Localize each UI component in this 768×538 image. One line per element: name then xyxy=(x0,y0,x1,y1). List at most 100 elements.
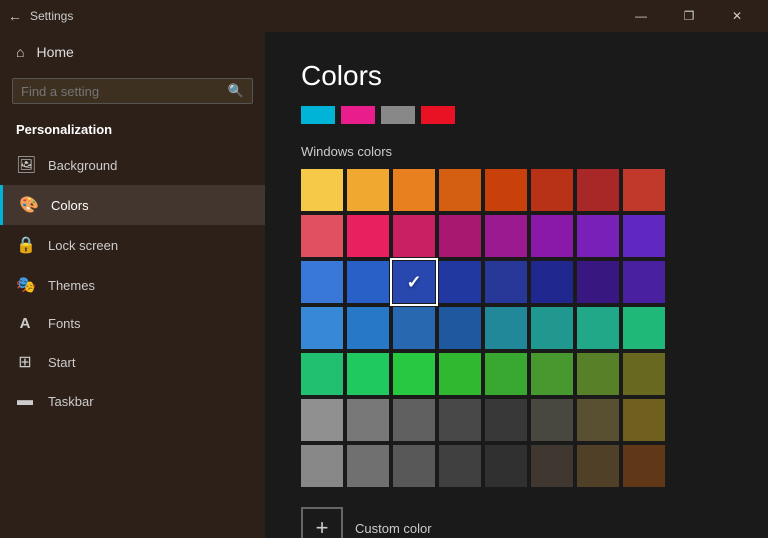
sidebar-item-label: Themes xyxy=(48,278,95,293)
color-swatch-44[interactable] xyxy=(485,399,527,441)
color-swatch-36[interactable] xyxy=(485,353,527,395)
color-swatch-49[interactable] xyxy=(347,445,389,487)
color-swatch-30[interactable] xyxy=(577,307,619,349)
color-swatch-24[interactable] xyxy=(301,307,343,349)
color-swatch-15[interactable] xyxy=(623,215,665,257)
color-swatch-17[interactable] xyxy=(347,261,389,303)
color-swatch-3[interactable] xyxy=(439,169,481,211)
minimize-button[interactable]: — xyxy=(618,0,664,32)
color-swatch-7[interactable] xyxy=(623,169,665,211)
color-swatch-2[interactable] xyxy=(393,169,435,211)
sidebar-item-taskbar[interactable]: ▬ Taskbar xyxy=(0,382,265,420)
sidebar-item-colors[interactable]: 🎨 Colors xyxy=(0,185,265,225)
color-swatch-53[interactable] xyxy=(531,445,573,487)
color-swatch-22[interactable] xyxy=(577,261,619,303)
home-label: Home xyxy=(36,44,73,60)
color-swatch-41[interactable] xyxy=(347,399,389,441)
color-swatch-6[interactable] xyxy=(577,169,619,211)
color-swatch-43[interactable] xyxy=(439,399,481,441)
color-swatch-34[interactable] xyxy=(393,353,435,395)
sidebar-home[interactable]: ⌂ Home xyxy=(0,32,265,72)
home-icon: ⌂ xyxy=(16,44,24,60)
color-swatch-50[interactable] xyxy=(393,445,435,487)
color-swatch-42[interactable] xyxy=(393,399,435,441)
title-bar-title: Settings xyxy=(30,9,73,23)
color-swatch-13[interactable] xyxy=(531,215,573,257)
themes-icon: 🎭 xyxy=(16,275,34,295)
color-grid xyxy=(301,169,732,487)
color-swatch-29[interactable] xyxy=(531,307,573,349)
color-swatch-54[interactable] xyxy=(577,445,619,487)
color-swatch-26[interactable] xyxy=(393,307,435,349)
accent-previews xyxy=(301,106,732,124)
color-swatch-39[interactable] xyxy=(623,353,665,395)
color-swatch-48[interactable] xyxy=(301,445,343,487)
color-swatch-38[interactable] xyxy=(577,353,619,395)
accent-swatch-2[interactable] xyxy=(341,106,375,124)
color-swatch-14[interactable] xyxy=(577,215,619,257)
color-swatch-1[interactable] xyxy=(347,169,389,211)
sidebar-item-background[interactable]: 🖼 Background xyxy=(0,145,265,185)
accent-swatch-1[interactable] xyxy=(301,106,335,124)
color-swatch-27[interactable] xyxy=(439,307,481,349)
color-swatch-9[interactable] xyxy=(347,215,389,257)
color-swatch-52[interactable] xyxy=(485,445,527,487)
sidebar-item-fonts[interactable]: A Fonts xyxy=(0,305,265,342)
sidebar-item-label: Colors xyxy=(51,198,89,213)
color-swatch-21[interactable] xyxy=(531,261,573,303)
color-swatch-33[interactable] xyxy=(347,353,389,395)
sidebar-item-label: Start xyxy=(48,355,75,370)
color-swatch-51[interactable] xyxy=(439,445,481,487)
custom-color-button[interactable]: + Custom color xyxy=(301,507,732,538)
color-swatch-25[interactable] xyxy=(347,307,389,349)
sidebar-section-title: Personalization xyxy=(0,114,265,145)
start-icon: ⊞ xyxy=(16,352,34,372)
custom-color-label: Custom color xyxy=(355,521,432,536)
color-swatch-10[interactable] xyxy=(393,215,435,257)
colors-icon: 🎨 xyxy=(19,195,37,215)
color-swatch-20[interactable] xyxy=(485,261,527,303)
sidebar-item-label: Taskbar xyxy=(48,394,94,409)
close-button[interactable]: ✕ xyxy=(714,0,760,32)
color-swatch-0[interactable] xyxy=(301,169,343,211)
color-swatch-37[interactable] xyxy=(531,353,573,395)
color-swatch-8[interactable] xyxy=(301,215,343,257)
background-icon: 🖼 xyxy=(16,155,34,175)
lock-icon: 🔒 xyxy=(16,235,34,255)
color-swatch-40[interactable] xyxy=(301,399,343,441)
search-icon: 🔍 xyxy=(228,83,244,99)
color-swatch-46[interactable] xyxy=(577,399,619,441)
back-button[interactable]: ← xyxy=(8,8,22,24)
color-swatch-35[interactable] xyxy=(439,353,481,395)
content-area: Colors Windows colors + Custom color Sho… xyxy=(265,32,768,538)
windows-colors-label: Windows colors xyxy=(301,144,732,159)
sidebar-item-start[interactable]: ⊞ Start xyxy=(0,342,265,382)
search-box[interactable]: 🔍 xyxy=(12,78,253,104)
title-bar-left: ← Settings xyxy=(8,8,73,24)
color-swatch-47[interactable] xyxy=(623,399,665,441)
sidebar-item-lock-screen[interactable]: 🔒 Lock screen xyxy=(0,225,265,265)
custom-color-box: + xyxy=(301,507,343,538)
accent-swatch-3[interactable] xyxy=(381,106,415,124)
color-swatch-18[interactable] xyxy=(393,261,435,303)
accent-swatch-4[interactable] xyxy=(421,106,455,124)
color-swatch-28[interactable] xyxy=(485,307,527,349)
color-swatch-23[interactable] xyxy=(623,261,665,303)
taskbar-icon: ▬ xyxy=(16,392,34,410)
sidebar-item-themes[interactable]: 🎭 Themes xyxy=(0,265,265,305)
title-bar: ← Settings — ❐ ✕ xyxy=(0,0,768,32)
color-swatch-5[interactable] xyxy=(531,169,573,211)
title-bar-controls: — ❐ ✕ xyxy=(618,0,760,32)
color-swatch-16[interactable] xyxy=(301,261,343,303)
color-swatch-31[interactable] xyxy=(623,307,665,349)
color-swatch-19[interactable] xyxy=(439,261,481,303)
color-swatch-4[interactable] xyxy=(485,169,527,211)
color-swatch-55[interactable] xyxy=(623,445,665,487)
color-swatch-32[interactable] xyxy=(301,353,343,395)
sidebar-item-label: Lock screen xyxy=(48,238,118,253)
color-swatch-45[interactable] xyxy=(531,399,573,441)
maximize-button[interactable]: ❐ xyxy=(666,0,712,32)
color-swatch-11[interactable] xyxy=(439,215,481,257)
color-swatch-12[interactable] xyxy=(485,215,527,257)
search-input[interactable] xyxy=(21,84,228,99)
